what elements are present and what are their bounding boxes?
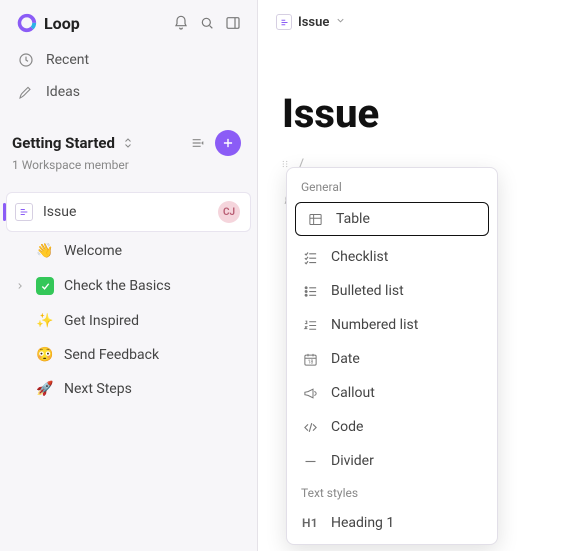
menu-item-numbered-list[interactable]: Numbered list bbox=[287, 308, 497, 342]
menu-item-callout[interactable]: Callout bbox=[287, 376, 497, 410]
doc-icon bbox=[276, 14, 292, 30]
page-list: Issue CJ 👋 Welcome Check the Basics ✨ Ge… bbox=[0, 190, 257, 406]
divider-icon bbox=[301, 452, 319, 470]
breadcrumb-title: Issue bbox=[298, 15, 329, 30]
doc-icon bbox=[15, 203, 33, 221]
search-icon[interactable] bbox=[199, 15, 215, 31]
main-pane: Issue Issue / General Table bbox=[258, 0, 563, 551]
bell-icon[interactable] bbox=[173, 15, 189, 31]
checklist-icon bbox=[301, 248, 319, 266]
doc-body: / General Table Checklist bbox=[258, 145, 563, 215]
page-title[interactable]: Issue bbox=[258, 30, 563, 145]
sidebar-item-label: Get Inspired bbox=[64, 313, 139, 329]
sidebar-item-check-basics[interactable]: Check the Basics bbox=[0, 268, 257, 304]
breadcrumb[interactable]: Issue bbox=[258, 0, 563, 30]
menu-item-label: Date bbox=[331, 351, 360, 367]
sparkle-emoji-icon: ✨ bbox=[36, 313, 54, 329]
slash-command-menu: General Table Checklist Bulleted list bbox=[286, 167, 498, 545]
menu-item-label: Heading 1 bbox=[331, 515, 394, 531]
menu-item-table[interactable]: Table bbox=[295, 202, 489, 236]
workspace-header: Getting Started 1 Workspace member bbox=[0, 122, 257, 180]
workspace-title-row[interactable]: Getting Started bbox=[12, 134, 135, 152]
svg-text:18: 18 bbox=[307, 359, 313, 365]
menu-item-label: Code bbox=[331, 419, 363, 435]
sidebar-item-get-inspired[interactable]: ✨ Get Inspired bbox=[0, 304, 257, 338]
chevron-right-icon[interactable] bbox=[14, 281, 26, 291]
menu-item-date[interactable]: 18 Date bbox=[287, 342, 497, 376]
panel-toggle-icon[interactable] bbox=[225, 15, 241, 31]
menu-item-divider[interactable]: Divider bbox=[287, 444, 497, 478]
menu-section-general: General bbox=[287, 178, 497, 200]
menu-item-label: Checklist bbox=[331, 249, 388, 265]
menu-item-label: Table bbox=[336, 211, 370, 227]
face-emoji-icon: 😳 bbox=[36, 347, 54, 363]
sidebar-item-send-feedback[interactable]: 😳 Send Feedback bbox=[0, 338, 257, 372]
sort-icon bbox=[121, 136, 135, 150]
callout-icon bbox=[301, 384, 319, 402]
pen-icon bbox=[18, 84, 34, 100]
sidebar-item-next-steps[interactable]: 🚀 Next Steps bbox=[0, 372, 257, 406]
h1-icon: H1 bbox=[301, 514, 319, 532]
sidebar-item-welcome[interactable]: 👋 Welcome bbox=[0, 234, 257, 268]
sidebar-item-issue[interactable]: Issue CJ bbox=[6, 192, 251, 232]
sidebar-item-label: Send Feedback bbox=[64, 347, 159, 363]
sidebar-item-label: Check the Basics bbox=[64, 278, 171, 294]
brand-name: Loop bbox=[44, 14, 80, 33]
menu-item-label: Bulleted list bbox=[331, 283, 404, 299]
menu-item-heading-1[interactable]: H1 Heading 1 bbox=[287, 506, 497, 540]
menu-item-label: Callout bbox=[331, 385, 375, 401]
wave-emoji-icon: 👋 bbox=[36, 243, 54, 259]
numbered-list-icon bbox=[301, 316, 319, 334]
sidebar-header: Loop bbox=[0, 0, 257, 44]
nav-ideas-label: Ideas bbox=[46, 84, 80, 100]
add-page-button[interactable] bbox=[215, 130, 241, 156]
menu-item-label: Numbered list bbox=[331, 317, 418, 333]
clock-icon bbox=[18, 52, 34, 68]
workspace-title: Getting Started bbox=[12, 134, 115, 152]
menu-item-label: Divider bbox=[331, 453, 374, 469]
check-icon bbox=[36, 277, 54, 295]
avatar: CJ bbox=[218, 201, 240, 223]
list-options-icon[interactable] bbox=[189, 134, 207, 152]
menu-item-checklist[interactable]: Checklist bbox=[287, 240, 497, 274]
table-icon bbox=[306, 210, 324, 228]
sidebar: Loop Recent Ideas Getting Started bbox=[0, 0, 258, 551]
header-icons bbox=[173, 15, 241, 31]
sidebar-item-label: Issue bbox=[43, 204, 76, 220]
bulleted-list-icon bbox=[301, 282, 319, 300]
loop-logo-icon bbox=[16, 12, 38, 34]
brand[interactable]: Loop bbox=[16, 12, 80, 34]
menu-section-text-styles: Text styles bbox=[287, 484, 497, 506]
sidebar-item-label: Next Steps bbox=[64, 381, 132, 397]
menu-item-bulleted-list[interactable]: Bulleted list bbox=[287, 274, 497, 308]
date-icon: 18 bbox=[301, 350, 319, 368]
sidebar-item-label: Welcome bbox=[64, 243, 122, 259]
nav-ideas[interactable]: Ideas bbox=[0, 76, 257, 108]
chevron-down-icon[interactable] bbox=[335, 14, 346, 30]
menu-item-code[interactable]: Code bbox=[287, 410, 497, 444]
code-icon bbox=[301, 418, 319, 436]
workspace-subtitle: 1 Workspace member bbox=[12, 158, 241, 172]
nav-recent[interactable]: Recent bbox=[0, 44, 257, 76]
rocket-emoji-icon: 🚀 bbox=[36, 381, 54, 397]
nav-recent-label: Recent bbox=[46, 52, 89, 68]
